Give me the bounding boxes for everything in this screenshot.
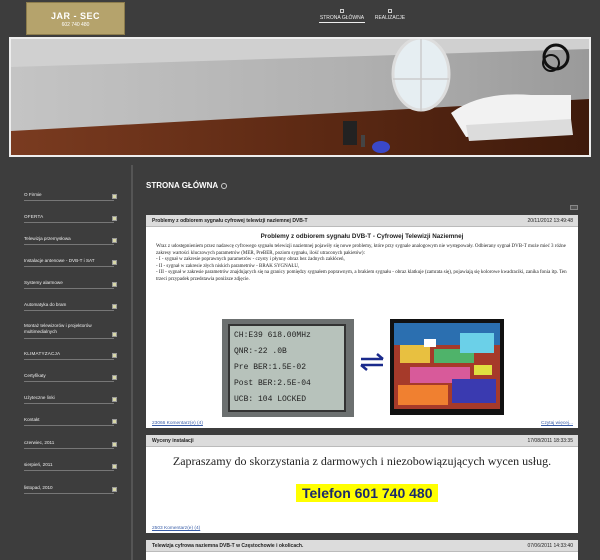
sidebar-item-label: Systemy alarmowe [24,280,63,285]
sidebar-item[interactable]: Kontakt [24,417,117,426]
tv-pixelated-photo [390,319,504,415]
sidebar-item[interactable]: Certyfikaty [24,373,117,382]
meter-line: Post BER:2.5E-04 [234,379,311,388]
sidebar-item-label: Kontakt [24,417,40,422]
arrow-box-icon [112,304,117,309]
arrow-box-icon [112,194,117,199]
sidebar-item-label: Automatyka do bram [24,302,67,307]
meter-line: QNR:-22 .0B [234,347,287,356]
sidebar-item[interactable]: Instalacje antenowe - DVB-T i SAT [24,258,117,267]
sidebar-item-label: KLIMATYZACJA [24,351,61,356]
sidebar-item-label: Montaż telewizorów i projektorów multime… [24,323,92,334]
square-icon [388,9,392,13]
main-content: STRONA GŁÓWNA Problemy z odbiorem sygnał… [146,165,578,560]
circle-icon [221,182,228,189]
post-paragraph: Wraz z udostępnieniem przez nadawcę cyfr… [156,244,566,256]
sidebar-item[interactable]: O Firmie [24,192,117,201]
post-title: Problemy z odbiorem sygnału DVB-T - Cyfr… [260,233,464,240]
arrow-box-icon [112,216,117,221]
column-divider [131,165,133,560]
post-header: Wyceny instalacji 17/08/2011 18:33:35 [146,435,578,447]
nav-realizations-label: REALIZACJE [374,15,406,21]
signal-meter-photo: CH:E39 618.00MHz QNR:-22 .0B Pre BER:1.5… [222,319,354,417]
sidebar-item-label: Telewizja przemysłowa [24,236,71,241]
sidebar-item-label: sierpień, 2011 [24,462,53,467]
comments-link[interactable]: 23066 Komentarz(e) (4) [152,421,203,426]
arrow-box-icon [112,353,117,358]
living-room-image [11,39,589,155]
sidebar-item-label: Użyteczne linki [24,395,55,400]
post-date: 07/06/2011 14:33:40 [527,543,573,549]
post-paragraph: - I - sygnał w zakresie poprawnych param… [156,257,345,263]
post-paragraph: - III - sygnał w zakresie parametrów zna… [156,270,567,282]
sidebar-item-label: Instalacje antenowe - DVB-T i SAT [24,258,95,263]
meter-line: CH:E39 618.00MHz [234,331,311,340]
post-header-title: Problemy z odbiorem sygnału cyfrowej tel… [152,218,308,224]
nav-home-label: STRONA GŁÓWNA [319,15,365,23]
double-arrow-icon [360,353,384,371]
sidebar-item[interactable]: Automatyka do bram [24,302,117,311]
sidebar-item[interactable]: sierpień, 2011 [24,462,117,471]
arrow-box-icon [112,397,117,402]
header-banner [9,37,591,157]
post-header: Telewizja cyfrowa naziemna DVB-T w Częst… [146,540,578,552]
arrow-box-icon [112,487,117,492]
sidebar-item-label: O Firmie [24,192,42,197]
nav-realizations-link[interactable]: REALIZACJE [372,9,408,27]
arrow-box-icon [112,260,117,265]
arrow-box-icon [112,442,117,447]
logo-phone: 602 740 480 [61,22,90,28]
phone-highlight: Telefon 601 740 480 [296,484,439,502]
post-paragraph: - II - sygnał w zakresie złych niskich p… [156,263,300,269]
news-post: Wyceny instalacji 17/08/2011 18:33:35 Za… [146,435,578,533]
sidebar-item[interactable]: czerwiec, 2011 [24,440,117,449]
sidebar-item-label: listopad, 2010 [24,485,53,490]
page: JAR - SEC 602 740 480 STRONA GŁÓWNA REAL… [0,0,600,560]
sidebar-item-label: czerwiec, 2011 [24,440,55,445]
sidebar-item[interactable]: OFERTA [24,214,117,223]
post-header: Problemy z odbiorem sygnału cyfrowej tel… [146,215,578,227]
arrow-box-icon [112,464,117,469]
page-title: STRONA GŁÓWNA [146,181,228,190]
arrow-box-icon [112,332,117,337]
sidebar: O Firmie OFERTA Telewizja przemysłowa Insta… [0,165,128,560]
meter-line: Pre BER:1.5E-02 [234,363,307,372]
tv-artifact-image [394,323,500,409]
logo-title: JAR - SEC [50,11,100,21]
site-logo[interactable]: JAR - SEC 602 740 480 [26,2,125,35]
news-post: Telewizja cyfrowa naziemna DVB-T w Częst… [146,540,578,560]
sidebar-item[interactable]: KLIMATYZACJA [24,351,117,360]
page-title-text: STRONA GŁÓWNA [146,181,219,190]
square-icon [340,9,344,13]
news-post: Problemy z odbiorem sygnału cyfrowej tel… [146,215,578,428]
meter-line: UCB: 104 LOCKED [234,395,307,404]
sidebar-item[interactable]: Montaż telewizorów i projektorów multime… [24,323,117,339]
post-date: 17/08/2011 18:33:35 [527,438,573,444]
arrow-box-icon [112,375,117,380]
post-body: Wraz z udostępnieniem przez nadawcę cyfr… [146,240,578,288]
comments-link[interactable]: 2503 Komentarz(e) (4) [152,526,200,531]
post-date: 20/11/2012 13:49:48 [527,218,573,224]
arrow-box-icon [112,282,117,287]
meter-display: CH:E39 618.00MHz QNR:-22 .0B Pre BER:1.5… [228,324,346,412]
sidebar-item[interactable]: Systemy alarmowe [24,280,117,289]
sidebar-item[interactable]: listopad, 2010 [24,485,117,494]
post-header-title: Telewizja cyfrowa naziemna DVB-T w Częst… [152,543,304,549]
sidebar-item[interactable]: Użyteczne linki [24,395,117,404]
post-header-title: Wyceny instalacji [152,438,194,444]
arrow-box-icon [112,238,117,243]
nav-home-link[interactable]: STRONA GŁÓWNA [319,9,365,27]
rss-icon[interactable] [570,205,578,210]
arrow-box-icon [112,419,117,424]
sidebar-item[interactable]: Telewizja przemysłowa [24,236,117,245]
sidebar-item-label: OFERTA [24,214,44,219]
read-more-link[interactable]: Czytaj więcej... [541,421,573,426]
sidebar-item-label: Certyfikaty [24,373,46,378]
post-text: Zapraszamy do skorzystania z darmowych i… [172,454,552,468]
